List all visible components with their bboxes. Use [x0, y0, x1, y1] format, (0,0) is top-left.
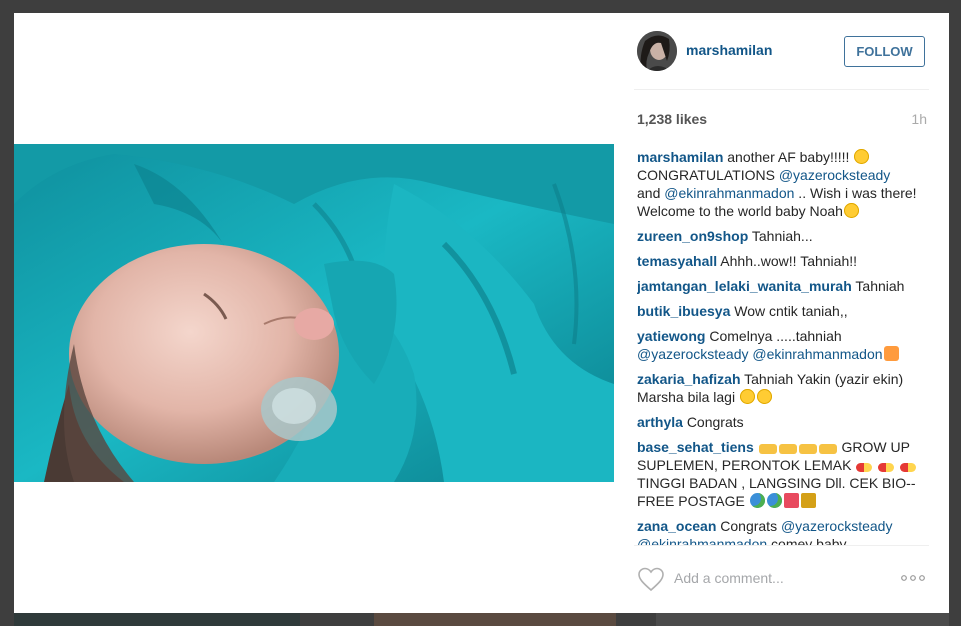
comment-item: jamtangan_lelaki_wanita_murah Tahniah [637, 277, 929, 295]
comment-item: zana_ocean Congrats @yazerocksteady @eki… [637, 517, 929, 546]
comment-mention[interactable]: @yazerocksteady [779, 167, 890, 183]
comment-text: Ahhh..wow!! Tahniah!! [720, 253, 858, 269]
comment-username[interactable]: zureen_on9shop [637, 228, 748, 244]
pointing-hand-emoji-icon [798, 444, 817, 454]
post-stats: 1,238 likes 1h [637, 111, 927, 129]
comment-username[interactable]: marshamilan [637, 149, 723, 165]
comment-list[interactable]: marshamilan another AF baby!!!!! CONGRAT… [637, 148, 929, 546]
comment-item: zakaria_hafizah Tahniah Yakin (yazir eki… [637, 370, 929, 406]
comment-item: temasyahall Ahhh..wow!! Tahniah!! [637, 252, 929, 270]
comment-text: Tahniah... [751, 228, 813, 244]
comment-text: and [637, 185, 665, 201]
pointing-hand-emoji-icon [778, 444, 797, 454]
comment-mention[interactable]: @yazerocksteady [781, 518, 892, 534]
globe-emoji-icon [749, 493, 765, 508]
post-photo[interactable] [14, 144, 614, 482]
comment-username[interactable]: base_sehat_tiens [637, 439, 754, 455]
post-header: marshamilan FOLLOW [634, 13, 929, 90]
post-sidebar: marshamilan FOLLOW 1,238 likes 1h marsha… [614, 13, 949, 613]
grin-emoji-icon [739, 389, 755, 404]
pill-emoji-icon [900, 463, 917, 472]
avatar-image [637, 31, 677, 71]
comment-username[interactable]: arthyla [637, 414, 683, 430]
comment-item: arthyla Congrats [637, 413, 929, 431]
pointing-hand-emoji-icon [818, 444, 837, 454]
comment-text: Congrats [686, 414, 744, 430]
comment-item: base_sehat_tiens GROW UP SUPLEMEN, PERON… [637, 438, 929, 510]
post-username[interactable]: marshamilan [686, 42, 772, 58]
likes-count[interactable]: 1,238 likes [637, 111, 707, 127]
kiss-emoji-icon [843, 203, 859, 218]
pill-emoji-icon [878, 463, 895, 472]
avatar[interactable] [637, 31, 677, 71]
add-comment-bar [634, 545, 929, 613]
comment-username[interactable]: zakaria_hafizah [637, 371, 741, 387]
comment-item: marshamilan another AF baby!!!!! CONGRAT… [637, 148, 929, 220]
globe-emoji-icon [766, 493, 782, 508]
follow-button[interactable]: FOLLOW [844, 36, 925, 67]
newborn-baby-photo [14, 144, 614, 482]
comment-mention[interactable]: @yazerocksteady [637, 346, 748, 362]
comment-username[interactable]: butik_ibuesya [637, 303, 730, 319]
background-post-thumbnail [656, 612, 949, 626]
sunset-emoji-icon [883, 346, 899, 361]
comment-item: yatiewong Comelnya .....tahniah @yazeroc… [637, 327, 929, 363]
heart-icon[interactable] [637, 566, 665, 592]
comment-text: Congrats [720, 518, 778, 534]
comment-mention[interactable]: @ekinrahmanmadon [752, 346, 882, 362]
photo-area [14, 13, 614, 613]
heart-eyes-emoji-icon [854, 149, 870, 164]
comment-username[interactable]: temasyahall [637, 253, 717, 269]
comment-username[interactable]: zana_ocean [637, 518, 716, 534]
comment-username[interactable]: jamtangan_lelaki_wanita_murah [637, 278, 852, 294]
comment-text: CONGRATULATIONS [637, 167, 779, 183]
comment-mention[interactable]: @ekinrahmanmadon [664, 185, 794, 201]
post-timestamp[interactable]: 1h [911, 111, 927, 127]
background-post-thumbnail [14, 612, 300, 626]
comment-text: Comelnya .....tahniah [709, 328, 842, 344]
more-options-icon[interactable] [900, 572, 926, 584]
comment-input[interactable] [674, 568, 884, 588]
comment-text: Wow cntik taniah,, [734, 303, 848, 319]
trophy-emoji-icon [800, 493, 816, 508]
comment-text: Tahniah [855, 278, 905, 294]
comment-item: zureen_on9shop Tahniah... [637, 227, 929, 245]
gift-emoji-icon [783, 493, 799, 508]
pointing-hand-emoji-icon [758, 444, 777, 454]
heart-eyes-emoji-icon [756, 389, 772, 404]
comment-username[interactable]: yatiewong [637, 328, 705, 344]
comment-text: another AF baby!!!!! [727, 149, 854, 165]
pill-emoji-icon [856, 463, 873, 472]
post-modal: marshamilan FOLLOW 1,238 likes 1h marsha… [14, 13, 949, 613]
comment-item: butik_ibuesya Wow cntik taniah,, [637, 302, 929, 320]
background-post-thumbnail [374, 612, 616, 626]
